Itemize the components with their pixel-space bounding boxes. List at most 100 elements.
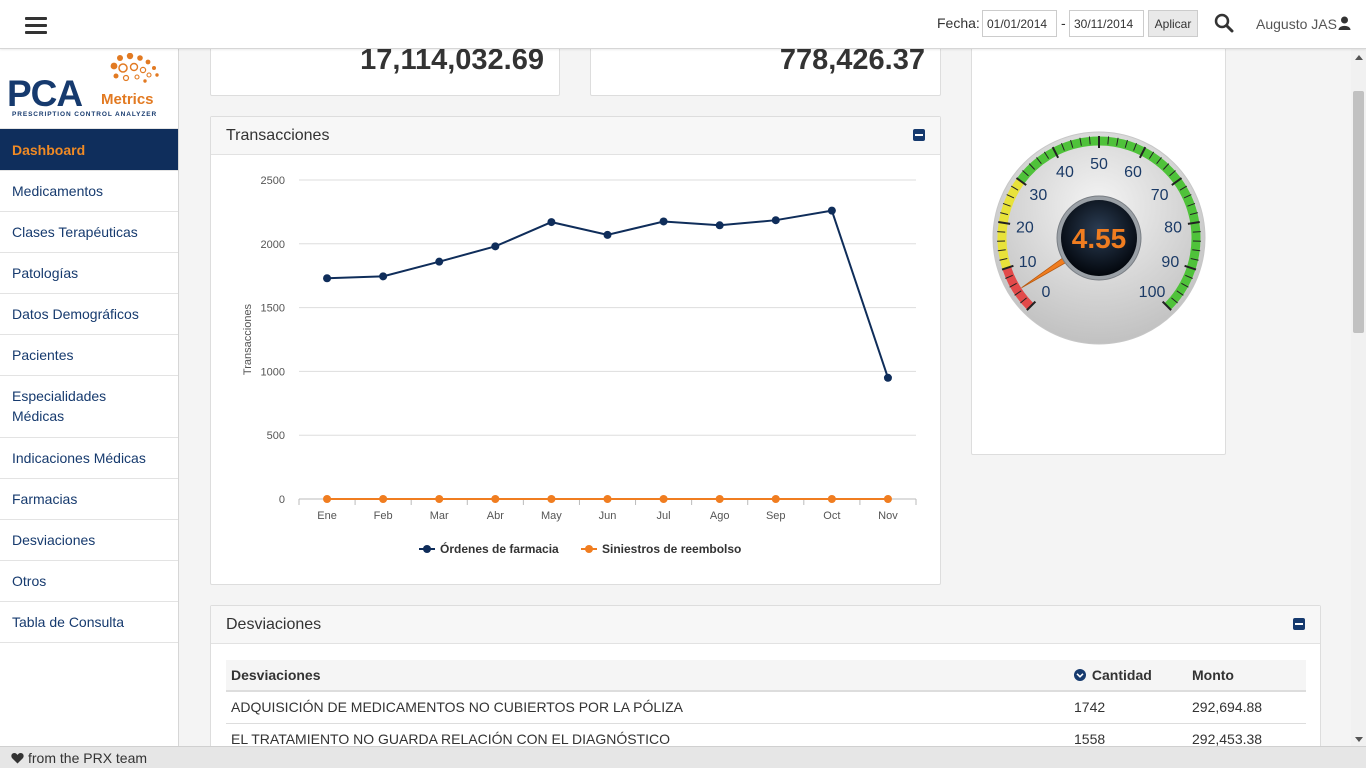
transactions-chart: 0 500 1000 1500 2000 2500 Ene Feb Mar Abr May Jun Ju… bbox=[242, 175, 917, 556]
sidebar-item-datos-demograficos[interactable]: Datos Demográficos bbox=[0, 294, 178, 335]
column-header-desviaciones[interactable]: Desviaciones bbox=[226, 660, 1069, 692]
sidebar-item-pacientes[interactable]: Pacientes bbox=[0, 335, 178, 376]
data-point bbox=[827, 495, 836, 503]
sidebar-item-medicamentos[interactable]: Medicamentos bbox=[0, 171, 178, 212]
data-point bbox=[547, 495, 556, 503]
data-point bbox=[883, 373, 892, 382]
x-tick-label: Oct bbox=[823, 510, 840, 522]
y-axis-title: Transacciones bbox=[242, 303, 254, 375]
gauge-minor-tick bbox=[1192, 231, 1201, 233]
deviations-table: Desviaciones Cantidad Monto ADQUISICIÓN … bbox=[226, 660, 1306, 756]
gauge-minor-tick bbox=[997, 231, 1006, 233]
logo[interactable]: PCA Metrics PRESCRIPTION CONTROL ANALYZE… bbox=[0, 49, 178, 129]
legend-label: Órdenes de farmacia bbox=[440, 541, 559, 556]
data-point bbox=[771, 495, 780, 503]
deviations-card-title: Desviaciones bbox=[226, 616, 322, 633]
top-bar: Fecha: - Aplicar Augusto JAS bbox=[0, 0, 1366, 49]
x-tick-label: Ene bbox=[317, 510, 337, 522]
legend-label: Siniestros de reembolso bbox=[602, 542, 741, 556]
sidebar-item-indicaciones-medicas[interactable]: Indicaciones Médicas bbox=[0, 438, 178, 479]
gauge-tick-label: 80 bbox=[1164, 219, 1182, 236]
x-tick-label: Jul bbox=[657, 510, 671, 522]
date-to-input[interactable] bbox=[1069, 10, 1144, 37]
sidebar-item-patologias[interactable]: Patologías bbox=[0, 253, 178, 294]
deviation-count: 1742 bbox=[1069, 691, 1187, 724]
sidebar-item-otros[interactable]: Otros bbox=[0, 561, 178, 602]
user-icon[interactable] bbox=[1338, 16, 1351, 30]
transactions-card-title: Transacciones bbox=[226, 127, 330, 144]
gauge-tick-label: 50 bbox=[1090, 156, 1108, 173]
transactions-card-header: Transacciones bbox=[211, 117, 940, 155]
x-tick-label: Jun bbox=[599, 510, 617, 522]
gauge-tick-label: 0 bbox=[1042, 284, 1051, 301]
collapse-icon[interactable] bbox=[913, 129, 925, 141]
search-icon[interactable] bbox=[1214, 13, 1234, 33]
logo-brand-main: PCA bbox=[7, 73, 83, 114]
deviation-amount: 292,694.88 bbox=[1187, 691, 1306, 724]
column-header-cantidad-label: Cantidad bbox=[1091, 667, 1152, 683]
date-separator: - bbox=[1061, 15, 1066, 31]
x-tick-label: Sep bbox=[766, 510, 786, 522]
collapse-icon[interactable] bbox=[1293, 618, 1305, 630]
transactions-card: Transacciones 0 500 1000 1500 2000 2500 Ene Feb… bbox=[210, 116, 941, 585]
heart-icon bbox=[11, 753, 24, 764]
deviations-card-header: Desviaciones bbox=[211, 606, 1320, 644]
data-point bbox=[323, 495, 332, 503]
data-point bbox=[323, 274, 332, 283]
scroll-down-arrow-icon[interactable] bbox=[1355, 737, 1363, 742]
sidebar-item-tabla-de-consulta[interactable]: Tabla de Consulta bbox=[0, 602, 178, 643]
x-tick-label: Abr bbox=[487, 510, 504, 522]
y-tick-label: 500 bbox=[267, 430, 285, 442]
y-tick-label: 0 bbox=[279, 494, 285, 506]
legend-marker bbox=[585, 545, 593, 553]
apply-button[interactable]: Aplicar bbox=[1148, 10, 1198, 37]
data-point bbox=[435, 495, 444, 503]
legend-marker bbox=[423, 545, 431, 553]
gauge-tick-label: 90 bbox=[1161, 254, 1179, 271]
table-header-row: Desviaciones Cantidad Monto bbox=[226, 660, 1306, 692]
x-tick-label: Feb bbox=[374, 510, 393, 522]
date-label: Fecha: bbox=[937, 15, 980, 31]
sidebar-item-desviaciones[interactable]: Desviaciones bbox=[0, 520, 178, 561]
data-point bbox=[715, 495, 724, 503]
sidebar-item-farmacias[interactable]: Farmacias bbox=[0, 479, 178, 520]
gauge-tick-label: 40 bbox=[1056, 164, 1074, 181]
data-point bbox=[547, 218, 556, 227]
data-point bbox=[435, 257, 444, 266]
scroll-up-arrow-icon[interactable] bbox=[1355, 55, 1363, 60]
footer: from the PRX team bbox=[0, 746, 1366, 768]
scrollbar-thumb[interactable] bbox=[1353, 91, 1364, 333]
menu-icon[interactable] bbox=[25, 17, 47, 35]
y-tick-label: 1500 bbox=[261, 303, 285, 315]
table-row[interactable]: ADQUISICIÓN DE MEDICAMENTOS NO CUBIERTOS… bbox=[226, 691, 1306, 724]
sidebar-item-dashboard[interactable]: Dashboard bbox=[0, 129, 178, 171]
data-point bbox=[379, 495, 388, 503]
logo-tagline: PRESCRIPTION CONTROL ANALYZER bbox=[12, 111, 158, 118]
user-name[interactable]: Augusto JAS bbox=[1256, 16, 1337, 32]
data-point bbox=[603, 495, 612, 503]
column-header-cantidad[interactable]: Cantidad bbox=[1069, 660, 1187, 692]
column-header-monto[interactable]: Monto bbox=[1187, 660, 1306, 692]
x-tick-label: Nov bbox=[878, 510, 898, 522]
gauge-tick-label: 100 bbox=[1139, 284, 1166, 301]
speedometer-gauge: 0 10 20 30 40 50 60 70 80 90 100 4.55 bbox=[992, 131, 1206, 345]
date-from-input[interactable] bbox=[982, 10, 1057, 37]
gauge-tick-label: 30 bbox=[1029, 187, 1047, 204]
data-point bbox=[659, 495, 668, 503]
data-point bbox=[771, 216, 780, 225]
gauge-tick-label: 60 bbox=[1124, 164, 1142, 181]
sidebar-item-clases-terapeuticas[interactable]: Clases Terapéuticas bbox=[0, 212, 178, 253]
data-point bbox=[491, 242, 500, 251]
gauge-value: 4.55 bbox=[1072, 223, 1127, 254]
y-tick-label: 1000 bbox=[261, 366, 285, 378]
sidebar-item-especialidades-medicas[interactable]: Especialidades Médicas bbox=[0, 376, 178, 438]
x-tick-label: Ago bbox=[710, 510, 730, 522]
logo-brand-secondary: Metrics bbox=[101, 91, 154, 108]
gauge-tick-label: 70 bbox=[1151, 187, 1169, 204]
page-scrollbar[interactable] bbox=[1351, 49, 1366, 746]
chevron-down-circle-icon bbox=[1074, 669, 1086, 681]
data-point bbox=[379, 272, 388, 281]
data-point bbox=[491, 495, 500, 503]
footer-text: from the PRX team bbox=[28, 750, 148, 766]
x-tick-label: May bbox=[541, 510, 562, 522]
